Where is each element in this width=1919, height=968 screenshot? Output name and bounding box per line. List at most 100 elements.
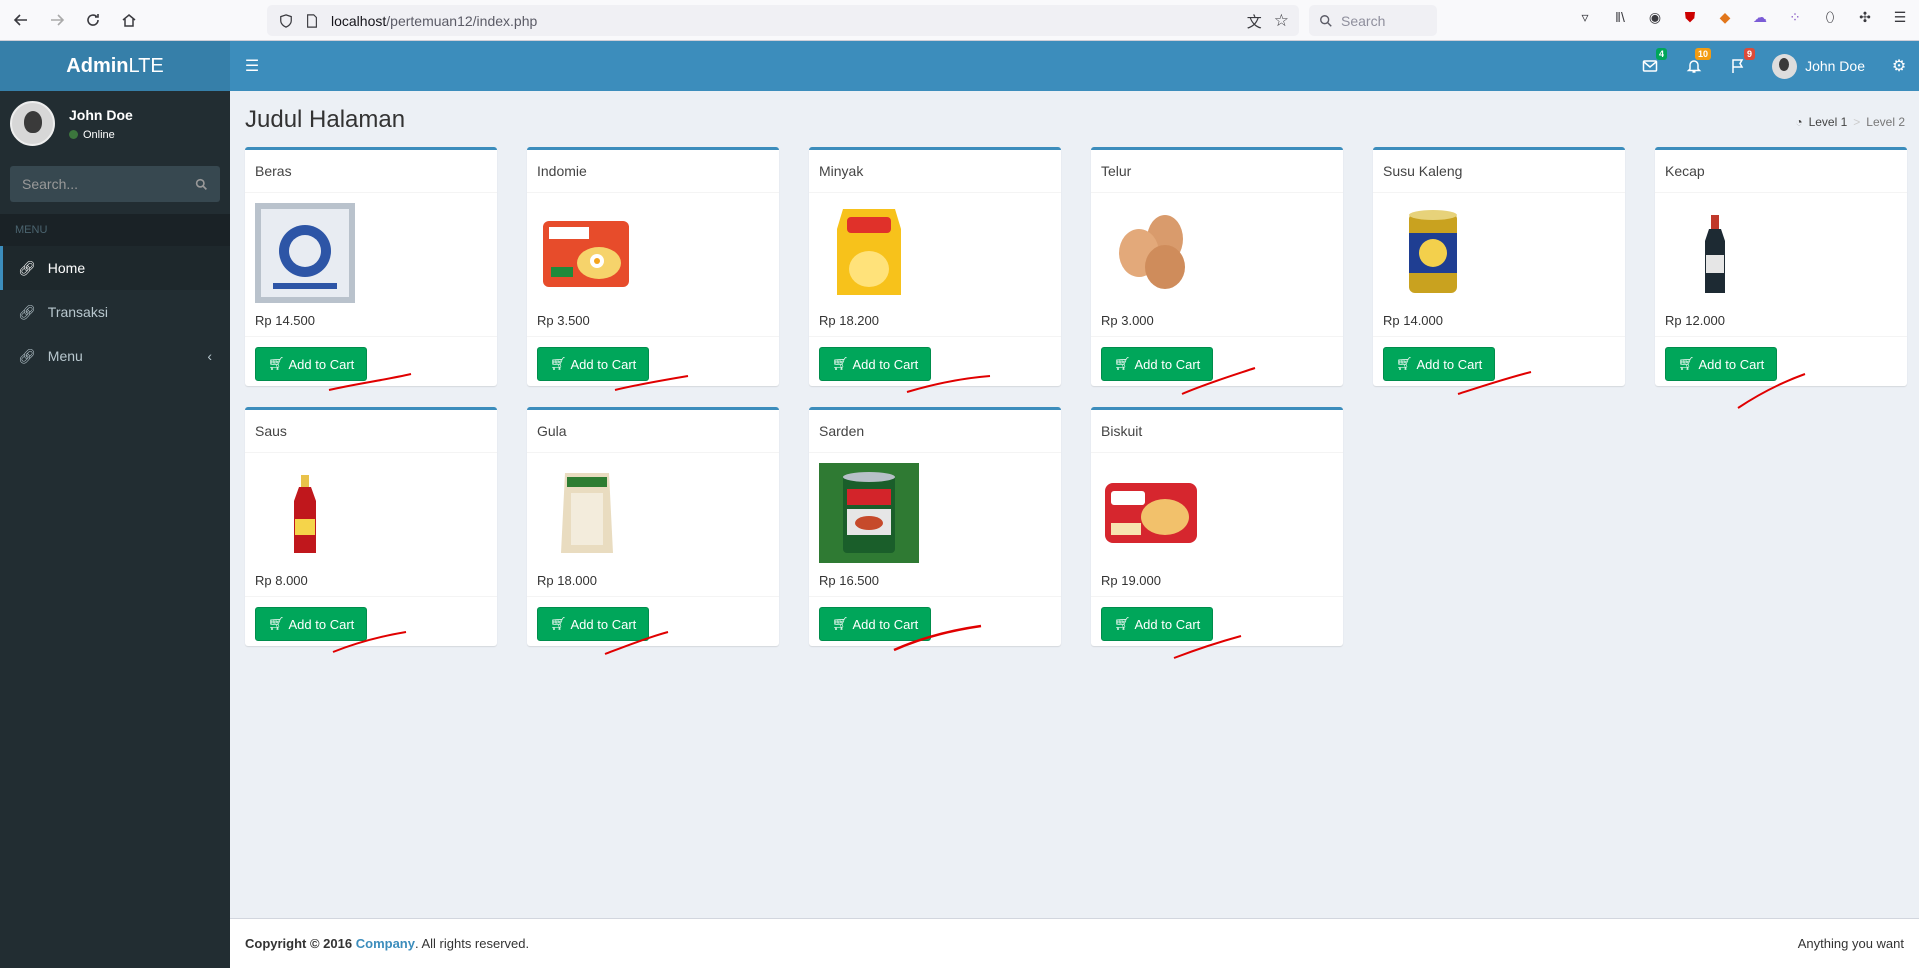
product-name: Gula: [527, 410, 779, 453]
sidebar-search-input[interactable]: Search...: [10, 166, 220, 202]
company-link[interactable]: Company: [356, 936, 415, 951]
noodle-pack-image: [537, 203, 637, 303]
online-dot-icon: [69, 130, 78, 139]
page-footer: Copyright © 2016 Company. All rights res…: [230, 918, 1919, 968]
add-to-cart-button[interactable]: 🛒︎ Add to Cart: [819, 347, 932, 381]
cart-icon: 🛒︎: [1396, 356, 1413, 371]
product-name: Telur: [1091, 150, 1343, 193]
avatar: [10, 101, 55, 146]
main-header: ☰ 4 10 9 John Doe ⚙: [230, 41, 1919, 91]
dashboard-icon: ◔: [1795, 115, 1803, 129]
sidebar: Admin LTE John Doe Online Search... MENU …: [0, 41, 230, 968]
user-status: Online: [69, 129, 133, 141]
add-to-cart-button[interactable]: 🛒︎ Add to Cart: [255, 347, 368, 381]
add-to-cart-label: Add to Cart: [570, 356, 637, 372]
browser-search-input[interactable]: Search: [1309, 5, 1437, 36]
add-to-cart-button[interactable]: 🛒︎ Add to Cart: [1101, 607, 1214, 641]
reload-icon[interactable]: [78, 5, 108, 35]
user-status-label: Online: [83, 128, 115, 141]
product-price: Rp 16.500: [819, 573, 879, 588]
search-icon: [1320, 14, 1332, 27]
shield-icon: [280, 13, 292, 28]
url-host: localhost: [331, 12, 387, 29]
extension-grid-icon[interactable]: ⁘: [1786, 8, 1804, 26]
rights-text: . All rights reserved.: [414, 936, 530, 951]
add-to-cart-label: Add to Cart: [288, 356, 355, 372]
sidebar-item-transaksi[interactable]: 🔗︎ Transaksi: [0, 290, 230, 334]
browser-search-placeholder: Search: [1341, 12, 1386, 29]
add-to-cart-label: Add to Cart: [1134, 616, 1201, 632]
link-icon: 🔗︎: [18, 303, 36, 320]
biscuit-pack-image: [1101, 463, 1201, 563]
add-to-cart-label: Add to Cart: [852, 356, 919, 372]
search-icon[interactable]: [195, 178, 208, 191]
link-icon: 🔗︎: [18, 259, 36, 276]
translate-icon[interactable]: 文: [1247, 11, 1262, 32]
add-to-cart-label: Add to Cart: [570, 616, 637, 632]
product-price: Rp 3.000: [1101, 313, 1154, 328]
product-grid: Beras Rp 14.500 🛒︎ Add to Cart Indomie Rp…: [245, 147, 1907, 659]
product-card: Kecap Rp 12.000 🛒︎ Add to Cart: [1655, 147, 1907, 409]
notifications-bell-icon[interactable]: 10: [1684, 48, 1712, 76]
add-to-cart-label: Add to Cart: [1698, 356, 1765, 372]
sardine-can-image: [819, 463, 919, 563]
add-to-cart-button[interactable]: 🛒︎ Add to Cart: [537, 347, 650, 381]
library-icon[interactable]: ‖\: [1611, 8, 1629, 26]
product-card: Gula Rp 18.000 🛒︎ Add to Cart: [527, 407, 779, 655]
pocket-icon[interactable]: ▿: [1576, 8, 1594, 26]
breadcrumb-level1[interactable]: Level 1: [1809, 115, 1848, 129]
gears-icon[interactable]: ⚙: [1889, 56, 1909, 76]
extensions-puzzle-icon[interactable]: ✣: [1856, 8, 1874, 26]
sidebar-item-home[interactable]: 🔗︎ Home: [0, 246, 230, 290]
tasks-flag-icon[interactable]: 9: [1728, 48, 1756, 76]
star-icon[interactable]: ☆: [1274, 11, 1289, 32]
extension-purple-icon[interactable]: ☁: [1751, 8, 1769, 26]
add-to-cart-label: Add to Cart: [1416, 356, 1483, 372]
brand-logo[interactable]: Admin LTE: [0, 41, 230, 91]
cart-icon: 🛒︎: [1114, 616, 1131, 631]
back-icon[interactable]: [6, 5, 36, 35]
brand-bold: Admin: [66, 54, 129, 77]
oil-pouch-image: [819, 203, 919, 303]
product-card: Biskuit Rp 19.000 🛒︎ Add to Cart: [1091, 407, 1343, 659]
product-name: Minyak: [809, 150, 1061, 193]
sidebar-toggle-icon[interactable]: ☰: [230, 56, 274, 76]
add-to-cart-button[interactable]: 🛒︎ Add to Cart: [1101, 347, 1214, 381]
user-name: John Doe: [69, 106, 133, 123]
product-card: Minyak Rp 18.200 🛒︎ Add to Cart: [809, 147, 1061, 393]
header-user-menu[interactable]: John Doe: [1772, 53, 1865, 79]
product-card: Susu Kaleng Rp 14.000 🛒︎ Add to Cart: [1373, 147, 1625, 395]
cart-icon: 🛒︎: [1678, 356, 1695, 371]
address-bar[interactable]: localhost/pertemuan12/index.php 文 ☆: [267, 5, 1299, 36]
sidebar-item-menu[interactable]: 🔗︎ Menu ‹: [0, 334, 230, 378]
product-card: Telur Rp 3.000 🛒︎ Add to Cart: [1091, 147, 1343, 395]
product-name: Indomie: [527, 150, 779, 193]
ublock-icon[interactable]: ⛊: [1681, 8, 1699, 26]
brand-light: LTE: [128, 54, 164, 77]
user-panel: John Doe Online: [0, 91, 230, 156]
product-card: Sarden Rp 16.500 🛒︎ Add to Cart: [809, 407, 1061, 652]
product-name: Kecap: [1655, 150, 1907, 193]
sugar-pack-image: [537, 463, 637, 563]
product-name: Susu Kaleng: [1373, 150, 1625, 193]
menu-hamburger-icon[interactable]: ☰: [1891, 8, 1909, 26]
breadcrumb-separator: >: [1853, 115, 1861, 129]
add-to-cart-button[interactable]: 🛒︎ Add to Cart: [1665, 347, 1778, 381]
metamask-icon[interactable]: ◆: [1716, 8, 1734, 26]
add-to-cart-button[interactable]: 🛒︎ Add to Cart: [819, 607, 932, 641]
sauce-bottle-image: [255, 463, 355, 563]
messages-icon[interactable]: 4: [1640, 48, 1668, 76]
extension-shield-icon[interactable]: ⬯: [1821, 8, 1839, 26]
cart-icon: 🛒︎: [832, 616, 849, 631]
home-icon[interactable]: [114, 5, 144, 35]
sidebar-search-placeholder: Search...: [22, 176, 79, 192]
add-to-cart-button[interactable]: 🛒︎ Add to Cart: [255, 607, 368, 641]
avatar: [1772, 53, 1798, 79]
add-to-cart-button[interactable]: 🛒︎ Add to Cart: [537, 607, 650, 641]
add-to-cart-button[interactable]: 🛒︎ Add to Cart: [1383, 347, 1496, 381]
product-name: Sarden: [809, 410, 1061, 453]
forward-icon[interactable]: [42, 5, 72, 35]
cart-icon: 🛒︎: [1114, 356, 1131, 371]
product-price: Rp 12.000: [1665, 313, 1725, 328]
account-icon[interactable]: ◉: [1646, 8, 1664, 26]
